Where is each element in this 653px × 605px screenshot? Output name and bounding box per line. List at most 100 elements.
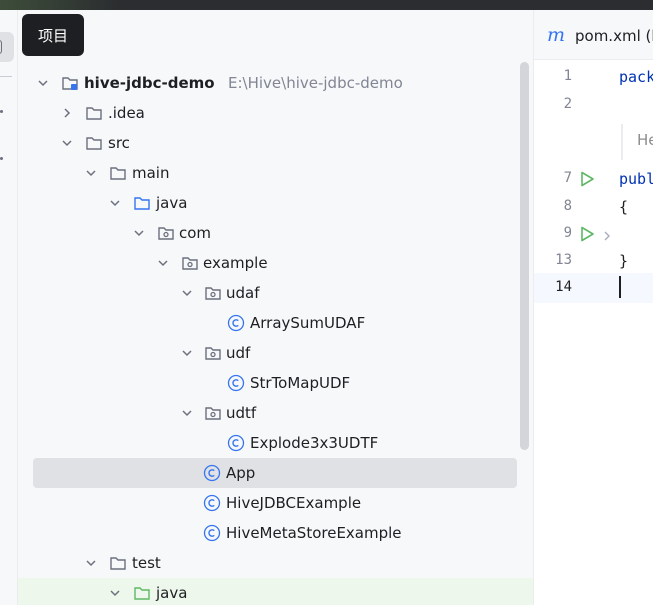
line-number: 7: [563, 170, 572, 186]
tree-item-label: .idea: [108, 104, 145, 122]
chevron-down-icon[interactable]: [84, 556, 98, 570]
line-number: 1: [563, 68, 572, 84]
tree-item-hivemetastoreexample[interactable]: HiveMetaStoreExample: [18, 518, 533, 548]
tab-pom-xml[interactable]: pom.xml (h: [575, 27, 653, 45]
test-folder-icon: [133, 584, 151, 602]
class-icon: [203, 524, 221, 542]
chevron-down-icon[interactable]: [180, 346, 194, 360]
code-text: pack: [619, 68, 653, 86]
editor-pane: m pom.xml (h 1 pack 2 He 7 publ 8 { 9 13…: [534, 10, 653, 605]
tree-item-label: udf: [226, 344, 251, 362]
current-code-line[interactable]: 14: [534, 273, 653, 303]
tool-window-icon[interactable]: [0, 157, 3, 160]
chevron-down-icon[interactable]: [108, 586, 122, 600]
class-icon: [227, 374, 245, 392]
tree-item-udtf[interactable]: udtf: [18, 398, 533, 428]
chevron-down-icon[interactable]: [156, 256, 170, 270]
project-tooltip: 项目: [22, 14, 84, 56]
chevron-down-icon[interactable]: [108, 196, 122, 210]
line-number: 2: [563, 96, 572, 112]
tree-item-java-source[interactable]: java: [18, 188, 533, 218]
chevron-down-icon[interactable]: [132, 226, 146, 240]
tree-item-strtomapudf[interactable]: StrToMapUDF: [18, 368, 533, 398]
tree-root-row[interactable]: hive-jdbc-demo E:\Hive\hive-jdbc-demo: [18, 68, 533, 98]
class-icon: [227, 314, 245, 332]
strip-divider: [0, 76, 12, 77]
tree-item-label: test: [132, 554, 161, 572]
tree-item-udf[interactable]: udf: [18, 338, 533, 368]
chevron-right-icon[interactable]: [602, 228, 612, 241]
chevron-down-icon[interactable]: [180, 286, 194, 300]
module-icon: [61, 74, 79, 92]
project-name: hive-jdbc-demo: [84, 74, 215, 92]
tree-item-label: java: [156, 584, 188, 602]
chevron-right-icon[interactable]: [60, 106, 74, 120]
tree-item-idea[interactable]: .idea: [18, 98, 533, 128]
class-icon: [203, 494, 221, 512]
maven-icon: m: [547, 24, 566, 46]
folder-icon: [109, 554, 127, 572]
run-icon[interactable]: [578, 170, 596, 188]
project-tool-window-button[interactable]: [0, 32, 14, 62]
code-line[interactable]: 13 }: [534, 246, 653, 276]
run-icon[interactable]: [578, 225, 596, 243]
tree-item-arraysumudaf[interactable]: ArraySumUDAF: [18, 308, 533, 338]
chevron-down-icon[interactable]: [36, 76, 50, 90]
code-line[interactable]: 8 {: [534, 192, 653, 222]
tree-item-explode3x3udtf[interactable]: Explode3x3UDTF: [18, 428, 533, 458]
tree-item-label: udaf: [226, 284, 260, 302]
package-icon: [204, 344, 222, 362]
text-caret: [619, 276, 621, 298]
tree-item-main[interactable]: main: [18, 158, 533, 188]
inlay-hint: He: [637, 131, 653, 149]
line-number: 9: [563, 225, 572, 241]
tool-window-icon[interactable]: [0, 110, 3, 113]
tree-item-example[interactable]: example: [18, 248, 533, 278]
project-scrollbar[interactable]: [520, 62, 529, 450]
folder-icon: [109, 164, 127, 182]
chevron-down-icon[interactable]: [60, 136, 74, 150]
code-text: {: [619, 198, 629, 216]
tree-item-java-test[interactable]: java: [18, 578, 533, 605]
tree-item-label: main: [132, 164, 170, 182]
tree-item-label: App: [226, 464, 256, 482]
folder-icon: [85, 104, 103, 122]
selection-highlight: [33, 458, 517, 488]
title-bar-highlight: [0, 0, 120, 10]
project-panel: hive-jdbc-demo E:\Hive\hive-jdbc-demo .i…: [18, 10, 533, 605]
package-icon: [204, 284, 222, 302]
package-icon: [204, 404, 222, 422]
tree-item-hivejdbcexample[interactable]: HiveJDBCExample: [18, 488, 533, 518]
tree-item-label: StrToMapUDF: [250, 374, 351, 392]
tree-item-app[interactable]: App: [18, 458, 533, 488]
tree-item-udaf[interactable]: udaf: [18, 278, 533, 308]
tree-item-com[interactable]: com: [18, 218, 533, 248]
package-icon: [181, 254, 199, 272]
code-text: publ: [619, 170, 653, 188]
chevron-down-icon[interactable]: [84, 166, 98, 180]
chevron-down-icon[interactable]: [180, 406, 194, 420]
tree-item-label: example: [203, 254, 268, 272]
folder-icon: [85, 134, 103, 152]
code-line[interactable]: 9: [534, 219, 653, 249]
tree-item-label: udtf: [226, 404, 257, 422]
editor-tab-bar: m pom.xml (h: [534, 10, 653, 60]
package-icon: [157, 224, 175, 242]
code-line[interactable]: 7 publ: [534, 164, 653, 194]
tree-item-label: src: [108, 134, 130, 152]
tree-item-src[interactable]: src: [18, 128, 533, 158]
code-line[interactable]: 1 pack: [534, 62, 653, 92]
tree-item-label: HiveMetaStoreExample: [226, 524, 402, 542]
title-bar: [0, 0, 653, 10]
line-number: 13: [555, 252, 572, 268]
tree-item-label: com: [179, 224, 212, 242]
class-icon: [227, 434, 245, 452]
code-line[interactable]: 2: [534, 90, 653, 120]
project-folder-icon: [0, 40, 2, 54]
tree-item-label: Explode3x3UDTF: [250, 434, 379, 452]
code-text: }: [619, 252, 629, 270]
tool-window-strip: [0, 10, 18, 605]
class-icon: [203, 464, 221, 482]
tree-item-test[interactable]: test: [18, 548, 533, 578]
project-path: E:\Hive\hive-jdbc-demo: [228, 74, 403, 92]
